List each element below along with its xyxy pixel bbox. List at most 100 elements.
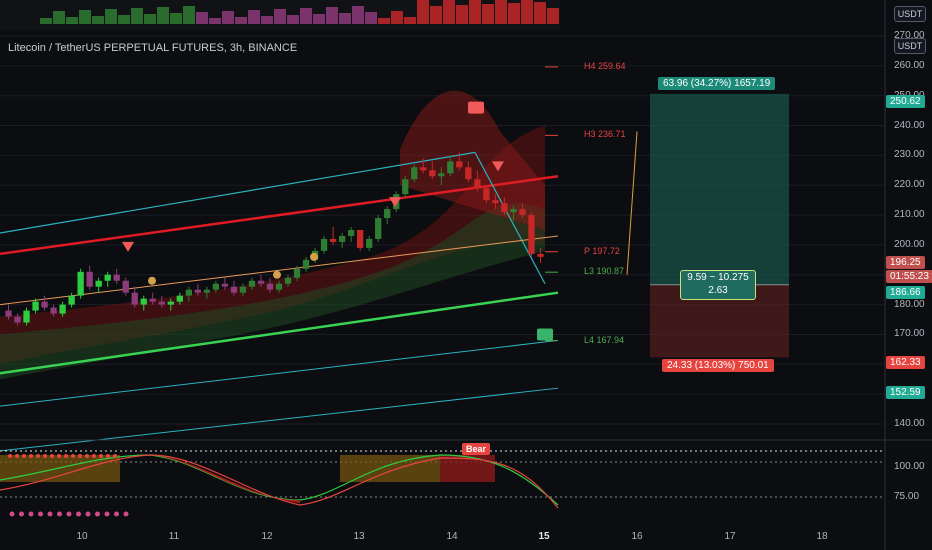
candle-body <box>248 280 256 287</box>
volume-bar <box>417 0 429 24</box>
bear-face-icon <box>310 252 318 261</box>
osc-signal-dot <box>57 454 61 458</box>
candle-body <box>131 292 138 305</box>
price-tick-label: 200.00 <box>894 238 925 250</box>
candle-body <box>167 301 174 305</box>
candle-body <box>194 289 202 293</box>
candle-body <box>176 295 183 302</box>
osc-dot <box>114 511 119 517</box>
time-tick-label: 15 <box>538 531 550 542</box>
volume-bar <box>287 15 299 24</box>
candle-body <box>465 167 472 180</box>
osc-dot <box>57 511 62 517</box>
volume-bar <box>391 11 403 24</box>
price-chart[interactable] <box>0 0 932 550</box>
candle-body <box>32 301 39 311</box>
osc-dot <box>85 511 91 517</box>
time-tick-label: 12 <box>261 531 273 542</box>
candle-body <box>402 179 409 195</box>
candle-body <box>86 271 93 287</box>
pivot-label: H3 236.71 <box>584 129 626 140</box>
risk-reward-line2: 2.63 <box>708 285 728 296</box>
candle-body <box>357 230 364 248</box>
candle-body <box>41 301 48 308</box>
risk-reward-box: 9.59 ~ 10.275 2.63 <box>680 270 756 300</box>
osc-signal-dot <box>50 454 54 458</box>
candle-body <box>230 286 238 293</box>
price-tick-label: 220.00 <box>894 179 925 191</box>
osc-signal-dot <box>29 454 33 458</box>
osc-dot <box>38 511 43 517</box>
volume-bar <box>430 6 442 24</box>
osc-dot <box>76 511 81 517</box>
osc-signal-dot <box>22 454 26 458</box>
candle-body <box>185 289 192 296</box>
volume-bar <box>300 8 312 24</box>
volume-bar <box>339 13 351 24</box>
candle-body <box>375 218 382 239</box>
price-tick-label: 140.00 <box>894 418 925 429</box>
candle-body <box>5 310 12 317</box>
candle-body <box>329 238 337 242</box>
price-tick-label: 210.00 <box>894 209 925 221</box>
price-tick-label: 230.00 <box>894 149 925 161</box>
price-tick-label: 260.00 <box>894 59 925 71</box>
volume-bar <box>469 0 481 24</box>
volume-bar <box>508 3 520 24</box>
volume-bar <box>534 2 546 24</box>
candle-body <box>384 209 391 219</box>
candle-body <box>420 167 427 171</box>
osc-dot <box>47 511 53 517</box>
candle-body <box>429 170 436 177</box>
volume-bar <box>274 9 286 24</box>
volume-bar <box>105 9 117 24</box>
volume-bar <box>456 5 468 24</box>
osc-tick-100: 100.00 <box>894 461 925 472</box>
osc-orange-zone <box>340 455 440 482</box>
volume-bar <box>79 10 91 24</box>
candle-body <box>95 280 102 287</box>
price-tick-label: 270.00 <box>894 30 925 41</box>
price-tag: 01:55:23 <box>886 270 932 283</box>
osc-dot <box>9 511 15 517</box>
candle-body <box>528 215 535 254</box>
volume-bar <box>209 18 221 24</box>
price-tick-label: 180.00 <box>894 298 925 310</box>
candle-body <box>149 298 156 302</box>
candle-body <box>221 283 229 287</box>
bear-face-icon <box>273 270 281 279</box>
candle-body <box>77 271 84 296</box>
volume-bar <box>157 7 169 24</box>
osc-dot <box>104 511 110 517</box>
candle-body <box>293 268 301 278</box>
target-label: 63.96 (34.27%) 1657.19 <box>658 77 776 90</box>
currency-label-top[interactable]: USDT <box>894 6 926 22</box>
candle-body <box>23 310 30 323</box>
osc-dot <box>28 511 34 517</box>
volume-bar <box>40 18 52 24</box>
candle-body <box>347 230 355 236</box>
candle-body <box>239 286 247 293</box>
volume-bar <box>235 17 247 24</box>
volume-bar <box>144 14 156 24</box>
time-tick-label: 10 <box>76 531 88 542</box>
candle-body <box>203 289 211 293</box>
candle-body <box>104 274 111 281</box>
candle-body <box>320 238 328 251</box>
pivot-label: P 197.72 <box>584 245 620 256</box>
price-tick-label: 240.00 <box>894 119 925 131</box>
candle-body <box>447 161 454 174</box>
long-position-tool[interactable] <box>626 93 789 358</box>
chart-title: Litecoin / TetherUS PERPETUAL FUTURES, 3… <box>8 42 298 54</box>
candle-body <box>113 274 120 281</box>
osc-signal-dot <box>92 454 96 458</box>
volume-bar <box>521 0 533 24</box>
volume-bar <box>170 13 182 24</box>
volume-bar <box>131 8 143 24</box>
bear-face-icon <box>148 276 156 285</box>
price-tag: 162.33 <box>886 356 925 369</box>
candle-body <box>474 179 481 189</box>
volume-bar <box>92 16 104 24</box>
candle-body <box>59 304 66 314</box>
osc-signal-dot <box>36 454 40 458</box>
